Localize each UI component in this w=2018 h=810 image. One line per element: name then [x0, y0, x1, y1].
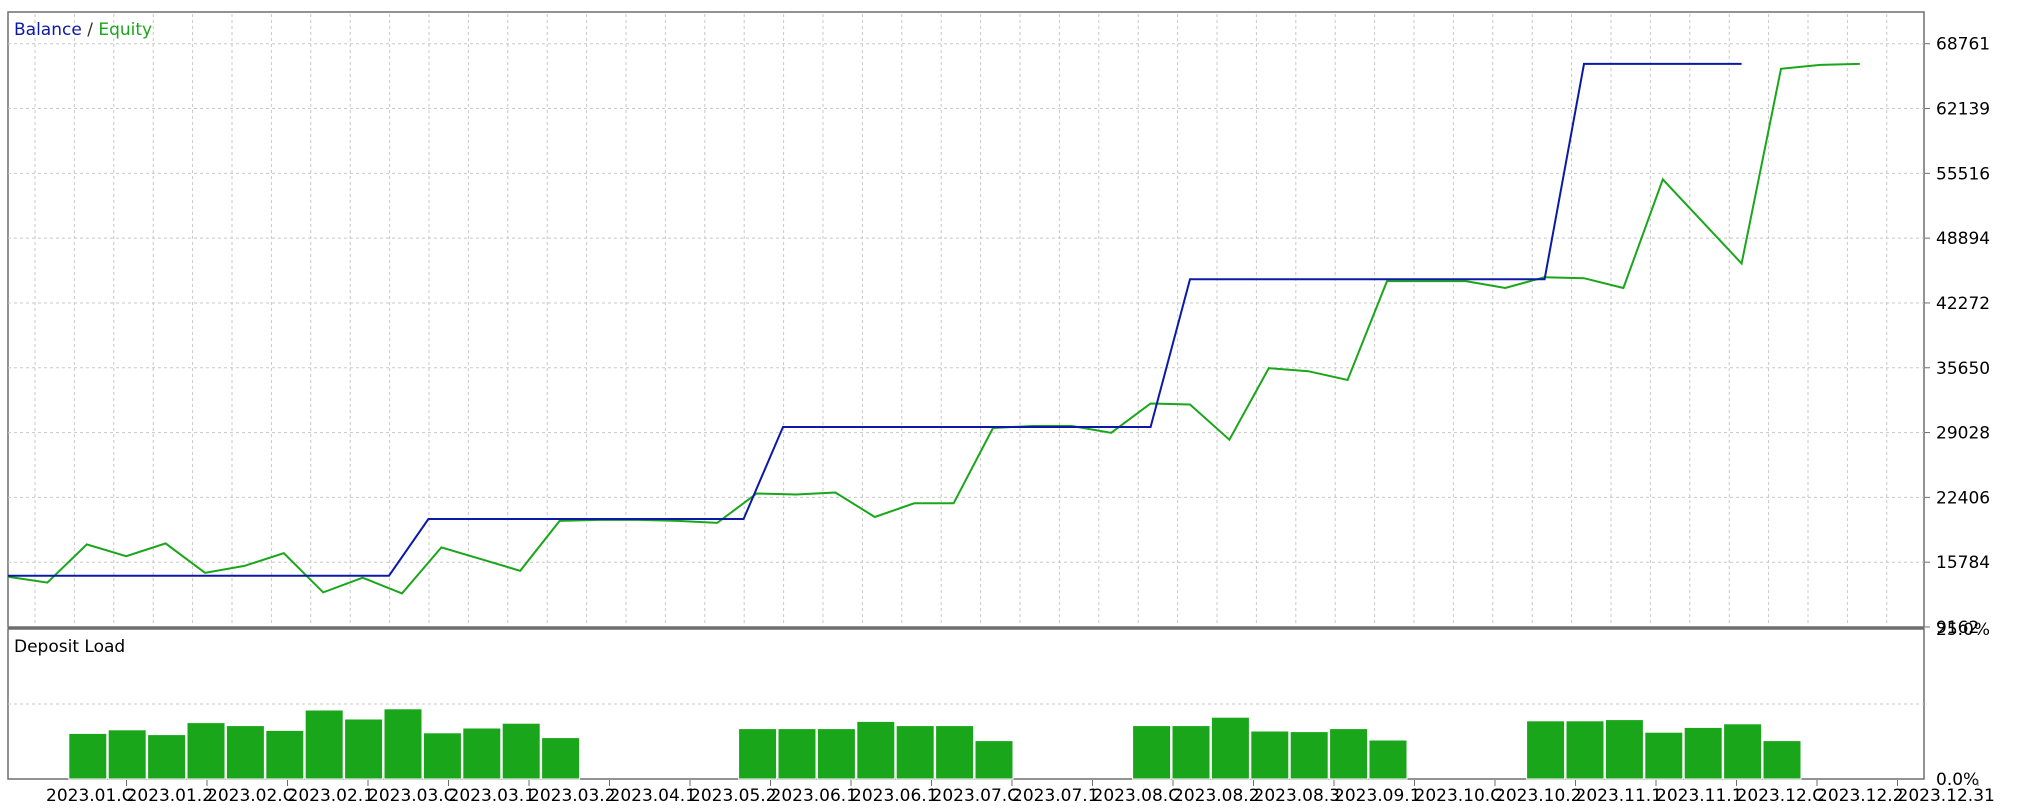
- deposit-load-bar: [1368, 739, 1408, 780]
- x-tick-label: 2023.11.1: [1656, 786, 1743, 806]
- main-panel-frame: [7, 11, 1925, 628]
- deposit-load-bar: [304, 709, 344, 780]
- deposit-load-bar: [383, 708, 423, 780]
- deposit-load-bar: [186, 722, 226, 780]
- x-tick-label: 2023.09.1: [1334, 786, 1421, 806]
- deposit-load-bar: [777, 728, 817, 780]
- x-tick-label: 2023.03.C: [368, 786, 456, 806]
- deposit-load-bar: [1289, 731, 1329, 780]
- deposit-load-bar: [1132, 725, 1172, 780]
- y-tick-label: 15784: [1936, 553, 1990, 573]
- x-tick-label: 2023.05.2: [690, 786, 777, 806]
- deposit-load-bar: [1250, 730, 1290, 780]
- deposit-load-bar: [107, 729, 147, 780]
- deposit-load-bar: [501, 722, 541, 780]
- legend-separator: /: [82, 20, 99, 40]
- x-tick-label: 2023.02.C: [207, 786, 295, 806]
- x-tick-label: 2023.06.1: [771, 786, 858, 806]
- deposit-load-bar: [68, 732, 108, 780]
- deposit-load-bar: [1526, 720, 1566, 780]
- balance-equity-chart: 68761 62139 55516 48894 42272 35650 29028 22406…: [7, 11, 1995, 806]
- x-tick-label: 2023.11.1: [1576, 786, 1663, 806]
- deposit-load-bar: [974, 740, 1014, 780]
- deposit-load-bar: [816, 728, 856, 780]
- x-tick-label: 2023.07.1: [1012, 786, 1099, 806]
- deposit-load-bar: [1329, 728, 1369, 780]
- x-tick-label: 2023.03.1: [449, 786, 536, 806]
- legend-title: Balance / Equity: [14, 20, 152, 40]
- deposit-load-bar: [1210, 716, 1250, 780]
- x-tick-label: 2023.12.C: [1737, 786, 1825, 806]
- deposit-load-bar: [344, 718, 384, 780]
- y-axis-main: 68761 62139 55516 48894 42272 35650 29028 22406…: [1924, 35, 1990, 638]
- x-tick-label: 2023.01.C: [46, 786, 134, 806]
- x-tick-label: 2023.10.C: [1415, 786, 1503, 806]
- deposit-load-bar: [738, 728, 778, 780]
- y-tick-label: 29028: [1936, 424, 1990, 444]
- deposit-load-bar: [1565, 720, 1605, 780]
- deposit-load-title: Deposit Load: [14, 637, 125, 657]
- y-tick-label: 48894: [1936, 229, 1990, 249]
- deposit-load-bar: [1644, 731, 1684, 780]
- x-tick-label: 2023.01.2: [127, 786, 214, 806]
- x-tick-label: 2023.07.C: [932, 786, 1020, 806]
- deposit-load-bar: [935, 725, 975, 780]
- y-tick-label: 62139: [1936, 100, 1990, 120]
- deposit-load-bar: [1762, 740, 1802, 780]
- x-tick-label: 2023.12.31: [1898, 786, 1995, 806]
- x-tick-label: 2023.10.2: [1495, 786, 1582, 806]
- deposit-load-bar: [1171, 725, 1211, 780]
- deposit-load-bar: [1604, 719, 1644, 780]
- y-tick-label: 68761: [1936, 35, 1990, 55]
- legend-equity: Equity: [98, 20, 152, 40]
- deposit-load-bar: [147, 734, 187, 780]
- y-tick-label: 35650: [1936, 359, 1990, 379]
- deposit-load-bar: [225, 725, 265, 780]
- x-tick-label: 2023.03.2: [529, 786, 616, 806]
- x-tick-label: 2023.08.3: [1254, 786, 1341, 806]
- y-axis-sub: 25.0%0.0%: [1936, 620, 1990, 790]
- legend-balance: Balance: [14, 20, 82, 40]
- y-tick-label: 42272: [1936, 294, 1990, 314]
- deposit-load-bar: [541, 737, 581, 780]
- deposit-load-bar: [462, 727, 502, 780]
- deposit-load-bar: [1723, 723, 1763, 780]
- x-axis: 2023.01.C2023.01.22023.02.C2023.02.12023…: [46, 780, 1995, 806]
- deposit-load-bar: [265, 729, 305, 780]
- deposit-load-bar: [895, 725, 935, 780]
- y-tick-label: 22406: [1936, 488, 1990, 508]
- y-tick-label-sub: 25.0%: [1936, 620, 1990, 640]
- deposit-load-bar: [1683, 726, 1723, 780]
- deposit-load-bar: [856, 720, 896, 780]
- x-tick-label: 2023.08.2: [1173, 786, 1260, 806]
- x-tick-label: 2023.08.C: [1093, 786, 1181, 806]
- deposit-load-bar: [422, 732, 462, 780]
- y-tick-label: 55516: [1936, 164, 1990, 184]
- x-tick-label: 2023.06.1: [851, 786, 938, 806]
- x-tick-label: 2023.12.2: [1817, 786, 1904, 806]
- x-tick-label: 2023.04.1: [610, 786, 697, 806]
- x-tick-label: 2023.02.1: [288, 786, 375, 806]
